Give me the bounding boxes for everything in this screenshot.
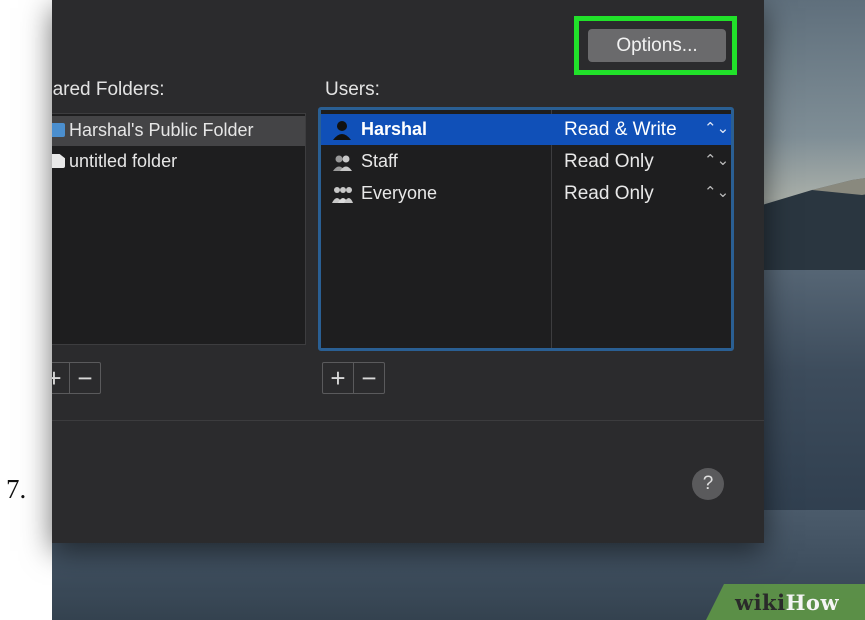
wikihow-logo-how: How — [785, 590, 840, 615]
permission-popup[interactable]: Read Only — [564, 183, 654, 205]
user-row-staff[interactable]: Staff Read Only ⌃⌄ — [321, 146, 731, 177]
users-list: Harshal Read & Write ⌃⌄ Staff Read Only … — [318, 107, 734, 351]
add-user-button[interactable]: + — [323, 363, 353, 393]
user-name: Staff — [361, 151, 398, 171]
step-number: 7. — [6, 474, 27, 504]
wikihow-logo: wikiHow — [735, 590, 839, 615]
group-icon — [333, 155, 352, 171]
folder-name: untitled folder — [69, 151, 178, 171]
chevron-updown-icon[interactable]: ⌃⌄ — [704, 151, 729, 169]
chevron-updown-icon[interactable]: ⌃⌄ — [704, 183, 729, 201]
shared-folders-label: hared Folders: — [52, 79, 165, 100]
user-row-everyone[interactable]: Everyone Read Only ⌃⌄ — [321, 178, 731, 209]
options-button[interactable]: Options... — [588, 29, 726, 62]
user-icon — [333, 121, 351, 140]
user-name: Harshal — [361, 119, 428, 139]
folder-icon — [52, 123, 65, 137]
chevron-updown-icon[interactable]: ⌃⌄ — [704, 119, 729, 137]
file-icon — [52, 154, 65, 168]
everyone-icon — [332, 187, 353, 203]
folder-row-harshals-public-folder[interactable]: Harshal's Public Folder — [52, 116, 305, 146]
users-add-remove: + − — [322, 362, 385, 394]
remove-folder-button[interactable]: − — [69, 363, 100, 393]
user-name: Everyone — [361, 183, 438, 203]
window-divider — [52, 420, 764, 421]
permission-popup[interactable]: Read Only — [564, 151, 654, 173]
remove-user-button[interactable]: − — [353, 363, 384, 393]
folders-add-remove: + − — [52, 362, 101, 394]
user-row-harshal[interactable]: Harshal Read & Write ⌃⌄ — [321, 114, 731, 145]
permission-popup[interactable]: Read & Write — [564, 119, 677, 141]
shared-folders-list: Harshal's Public Folder untitled folder — [52, 113, 306, 345]
help-button[interactable]: ? — [692, 468, 724, 500]
folder-name: Harshal's Public Folder — [69, 120, 254, 140]
wikihow-logo-wiki: wiki — [735, 590, 786, 615]
folder-row-untitled-folder[interactable]: untitled folder — [52, 147, 305, 177]
users-label: Users: — [325, 79, 380, 100]
sharing-window: hared Folders: Users: Harshal's Public F… — [52, 0, 764, 543]
add-folder-button[interactable]: + — [52, 363, 69, 393]
